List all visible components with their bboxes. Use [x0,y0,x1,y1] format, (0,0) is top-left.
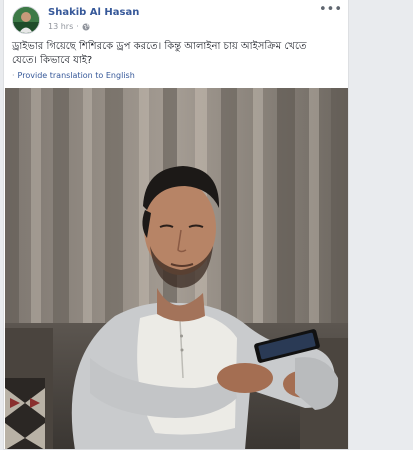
globe-icon[interactable] [82,23,90,31]
post-time[interactable]: 13 hrs [48,22,73,31]
post-text: ড্রাইভার গিয়েছে শিশিরকে ড্রপ করতে। কিন্… [12,41,307,66]
post-header: Shakib Al Hasan 13 hrs · ••• [12,3,342,35]
author-avatar[interactable] [12,6,40,34]
more-options-icon[interactable]: ••• [319,3,342,16]
translate-link[interactable]: Provide translation to English [18,71,135,80]
translate-row: · Provide translation to English [12,71,135,80]
post-photo[interactable] [5,88,348,449]
meta-separator: · [76,22,79,31]
translate-dot: · [12,71,15,80]
author-name[interactable]: Shakib Al Hasan [48,7,139,18]
post-meta: 13 hrs · [48,22,90,31]
post-card: Shakib Al Hasan 13 hrs · ••• ড্রাইভার গি… [3,0,349,450]
